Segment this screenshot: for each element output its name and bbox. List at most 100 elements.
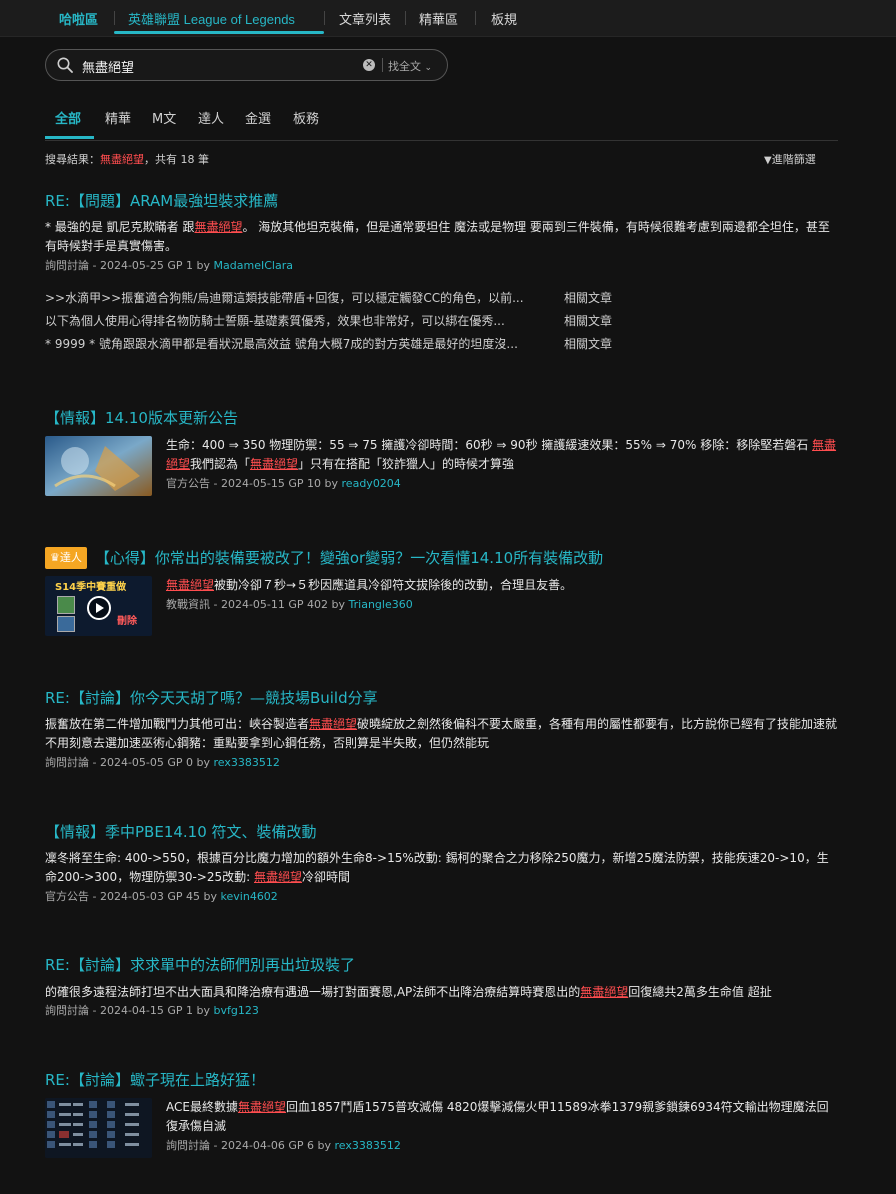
author-link[interactable]: Triangle360	[349, 598, 413, 611]
snippet-text: 被動冷卻７秒→５秒因應道具冷卻符文拔除後的改動，合理且友善。	[214, 578, 573, 592]
result-meta: 詢問討論 - 2024-04-15 GP 1 by bvfg123	[45, 1003, 838, 1019]
result-title[interactable]: 【情報】14.10版本更新公告	[45, 408, 838, 428]
result-item: RE:【討論】求求單中的法師們別再出垃圾裝了 的確很多遠程法師打坦不出大面具和降…	[45, 955, 838, 1019]
snippet-text: 振奮放在第二件增加戰鬥力其他可出：峽谷製造者	[45, 717, 310, 731]
author-link[interactable]: rex3383512	[214, 756, 280, 769]
author-link[interactable]: bvfg123	[214, 1004, 259, 1017]
result-snippet: ACE最終數據無盡絕望回血1857鬥盾1575普攻減傷 4820爆擊減傷火甲11…	[166, 1098, 838, 1136]
item-icon	[57, 596, 75, 614]
snippet-text: ACE最終數據	[166, 1100, 238, 1114]
related-text[interactable]: * 9999 * 號角跟跟水滴甲都是看狀況最高效益 號角大概7成的對方英雄是最好…	[45, 333, 550, 356]
result-title[interactable]: 【心得】你常出的裝備要被改了！變強or變弱？一次看懂14.10所有裝備改動	[95, 549, 603, 567]
result-snippet: 生命：400 ⇒ 350 物理防禦：55 ⇒ 75 擁護冷卻時間：60秒 ⇒ 9…	[166, 436, 838, 474]
result-thumbnail[interactable]: S14季中賽重做 刪除	[45, 576, 152, 636]
search-divider	[382, 58, 383, 72]
result-title[interactable]: RE:【問題】ARAM最強坦裝求推薦	[45, 191, 838, 211]
meta-text: 詢問討論 - 2024-05-25 GP 1 by	[45, 259, 211, 272]
result-snippet: * 最強的是 凱尼克欺瞞者 跟無盡絕望。 海放其他坦克裝備，但是通常要坦住 魔法…	[45, 218, 838, 256]
result-title[interactable]: 【情報】季中PBE14.10 符文、裝備改動	[45, 822, 838, 842]
advanced-filter-button[interactable]: ▼進階篩選	[764, 151, 816, 167]
tab-board-affairs[interactable]: 板務	[293, 108, 319, 127]
snippet-keyword: 無盡絕望	[237, 1100, 286, 1114]
nav-divider	[324, 11, 325, 25]
result-title[interactable]: RE:【討論】蠍子現在上路好猛！	[45, 1070, 838, 1090]
result-count-prefix: 搜尋結果：	[45, 153, 100, 166]
filter-icon: ▼	[764, 155, 772, 166]
nav-divider	[405, 11, 406, 25]
result-snippet: 的確很多遠程法師打坦不出大面具和降治療有遇過一場打對面賽恩,AP法師不出降治療結…	[45, 983, 838, 1002]
meta-text: 官方公告 - 2024-05-03 GP 45 by	[45, 890, 218, 903]
snippet-keyword: 無盡絕望	[250, 457, 299, 471]
result-count: 搜尋結果：無盡絕望，共有 18 筆	[45, 151, 209, 167]
author-link[interactable]: kevin4602	[221, 890, 278, 903]
badge-label: 達人	[59, 551, 82, 564]
result-snippet: 振奮放在第二件增加戰鬥力其他可出：峽谷製造者無盡絕望破曉綻放之劍然後偏科不要太嚴…	[45, 715, 838, 753]
filter-tabs: 全部 精華 M文 達人 金選 板務	[45, 100, 838, 141]
result-title[interactable]: RE:【討論】你今天天胡了嗎？—競技場Build分享	[45, 688, 838, 708]
tab-m-articles[interactable]: M文	[152, 108, 176, 127]
meta-text: 詢問討論 - 2024-05-05 GP 0 by	[45, 756, 211, 769]
result-snippet: 凜冬將至生命: 400->550，根據百分比魔力增加的額外生命8->15%改動:…	[45, 849, 838, 887]
crown-icon: ♛	[50, 551, 60, 564]
result-meta: 官方公告 - 2024-05-03 GP 45 by kevin4602	[45, 889, 838, 905]
related-list: >>水滴甲>>振奮適合狗熊/烏迪爾這類技能帶盾+回復，可以穩定觸發CC的角色，以…	[45, 287, 838, 356]
search-scope-dropdown[interactable]: 找全文 ⌄	[388, 58, 432, 74]
search-icon[interactable]	[57, 57, 73, 73]
snippet-text: 凜冬將至生命: 400->550，根據百分比魔力增加的額外生命8->15%改動:…	[45, 851, 829, 884]
related-text[interactable]: >>水滴甲>>振奮適合狗熊/烏迪爾這類技能帶盾+回復，可以穩定觸發CC的角色，以…	[45, 287, 550, 310]
result-body: ACE最終數據無盡絕望回血1857鬥盾1575普攻減傷 4820爆擊減傷火甲11…	[166, 1098, 838, 1154]
search-input[interactable]: 無盡絕望	[82, 57, 134, 76]
tab-gold-picks[interactable]: 金選	[245, 108, 271, 127]
clear-icon[interactable]: ✕	[363, 59, 375, 71]
result-body: 生命：400 ⇒ 350 物理防禦：55 ⇒ 75 擁護冷卻時間：60秒 ⇒ 9…	[166, 436, 838, 492]
search-box[interactable]: 無盡絕望 ✕ 找全文 ⌄	[45, 49, 448, 81]
result-item: 【情報】14.10版本更新公告 生命：400 ⇒ 350 物理防禦：55 ⇒ 7…	[45, 408, 838, 496]
result-thumbnail[interactable]	[45, 436, 152, 496]
tab-experts[interactable]: 達人	[198, 108, 224, 127]
snippet-text: 」只有在搭配「狡詐獵人」的時候才算強	[298, 457, 515, 471]
meta-text: 官方公告 - 2024-05-15 GP 10 by	[166, 477, 339, 490]
related-link[interactable]: 相關文章	[564, 310, 612, 333]
related-text[interactable]: 以下為個人使用心得排名物防騎士誓願-基礎素質優秀，效果也非常好，可以綁在優秀..…	[45, 310, 550, 333]
nav-rules[interactable]: 板規	[491, 0, 517, 36]
author-link[interactable]: ready0204	[342, 477, 401, 490]
result-item: 【情報】季中PBE14.10 符文、裝備改動 凜冬將至生命: 400->550，…	[45, 822, 838, 905]
snippet-keyword: 無盡絕望	[580, 985, 629, 999]
related-link[interactable]: 相關文章	[564, 287, 612, 310]
related-link[interactable]: 相關文章	[564, 333, 612, 356]
stats-table-image	[45, 1098, 152, 1158]
snippet-keyword: 無盡絕望	[194, 220, 243, 234]
nav-divider	[475, 11, 476, 25]
result-keyword: 無盡絕望	[100, 153, 144, 166]
champion-art-image	[45, 436, 152, 496]
related-item: * 9999 * 號角跟跟水滴甲都是看狀況最高效益 號角大概7成的對方英雄是最好…	[45, 333, 838, 356]
snippet-text: 回復總共2萬多生命值 超扯	[628, 985, 772, 999]
result-item: RE:【討論】蠍子現在上路好猛！ ACE最終數據無盡絕望回血1857鬥盾1575…	[45, 1070, 838, 1158]
nav-highlights[interactable]: 精華區	[419, 0, 458, 36]
result-thumbnail[interactable]	[45, 1098, 152, 1158]
chevron-down-icon: ⌄	[424, 63, 433, 73]
advanced-filter-label: 進階篩選	[771, 153, 816, 166]
author-link[interactable]: rex3383512	[335, 1139, 401, 1152]
play-icon[interactable]	[87, 596, 111, 620]
author-link[interactable]: MadameIClara	[214, 259, 293, 272]
result-count-suffix: ，共有 18 筆	[144, 153, 209, 166]
snippet-text: 我們認為「	[190, 457, 251, 471]
snippet-text: * 最強的是 凱尼克欺瞞者 跟	[45, 220, 195, 234]
meta-text: 教戰資訊 - 2024-05-11 GP 402 by	[166, 598, 346, 611]
nav-article-list[interactable]: 文章列表	[339, 0, 391, 36]
snippet-keyword: 無盡絕望	[166, 578, 215, 592]
tab-featured[interactable]: 精華	[105, 108, 131, 127]
snippet-text: 的確很多遠程法師打坦不出大面具和降治療有遇過一場打對面賽恩,AP法師不出降治療結…	[45, 985, 581, 999]
result-title[interactable]: RE:【討論】求求單中的法師們別再出垃圾裝了	[45, 955, 838, 975]
item-icon	[57, 616, 75, 632]
forum-home-link[interactable]: 哈啦區	[59, 0, 98, 36]
video-cover-title: S14季中賽重做	[55, 582, 127, 593]
meta-text: 詢問討論 - 2024-04-15 GP 1 by	[45, 1004, 211, 1017]
related-item: 以下為個人使用心得排名物防騎士誓願-基礎素質優秀，效果也非常好，可以綁在優秀..…	[45, 310, 838, 333]
tab-all[interactable]: 全部	[55, 108, 81, 127]
result-meta: 詢問討論 - 2024-05-05 GP 0 by rex3383512	[45, 755, 838, 771]
result-item: RE:【討論】你今天天胡了嗎？—競技場Build分享 振奮放在第二件增加戰鬥力其…	[45, 688, 838, 771]
expert-badge: ♛達人	[45, 547, 87, 569]
board-link-underline	[114, 31, 324, 34]
